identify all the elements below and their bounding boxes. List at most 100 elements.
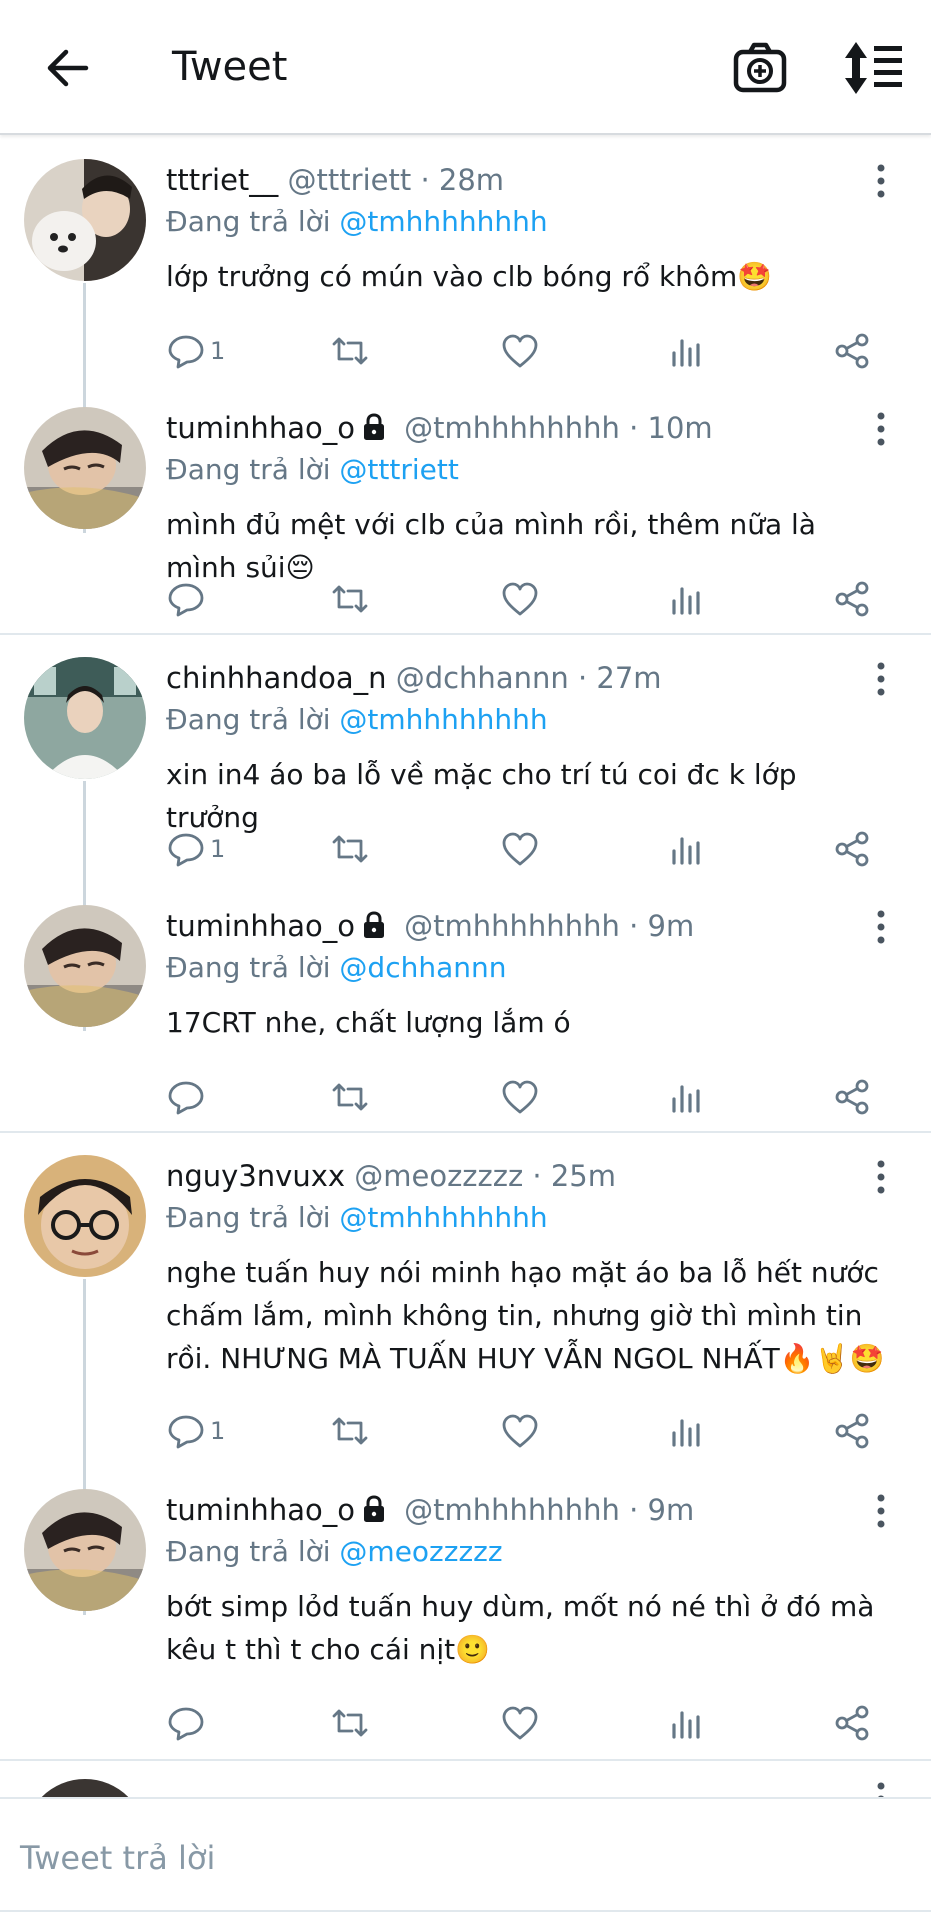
reply-mention-link[interactable]: @meozzzzz bbox=[339, 1535, 502, 1568]
like-button[interactable] bbox=[500, 577, 540, 621]
tweet[interactable]: nguy3nvuxx @meozzzzz · 25m Đang trả lời … bbox=[0, 1133, 931, 1467]
retweet-button[interactable] bbox=[330, 1075, 370, 1119]
share-button[interactable] bbox=[832, 1075, 872, 1119]
user-handle[interactable]: @tmhhhhhhhh bbox=[404, 411, 620, 445]
tweet[interactable]: chinhhandoa_n @dchhannn · 27m Đang trả l… bbox=[0, 635, 931, 883]
back-arrow-icon[interactable] bbox=[40, 40, 96, 96]
user-handle[interactable]: @meozzzzz bbox=[354, 1159, 523, 1193]
tweet[interactable]: tuminhhao_o @tmhhhhhhhh · 9m Đang trả lờ… bbox=[0, 1467, 931, 1759]
like-button[interactable] bbox=[500, 1701, 540, 1745]
retweet-button[interactable] bbox=[330, 329, 370, 373]
display-name[interactable]: tuminhhao_o bbox=[166, 411, 355, 445]
like-button[interactable] bbox=[500, 329, 540, 373]
reply-count: 1 bbox=[210, 337, 226, 365]
tweet[interactable]: tuminhhao_o @tmhhhhhhhh · 9m Đang trả lờ… bbox=[0, 883, 931, 1131]
like-button[interactable] bbox=[500, 827, 540, 871]
display-name[interactable]: tuminhhao_o bbox=[166, 909, 355, 943]
share-button[interactable] bbox=[832, 1701, 872, 1745]
retweet-icon bbox=[332, 585, 368, 613]
camera-plus-icon[interactable] bbox=[730, 38, 790, 98]
tweet[interactable]: tttriet__ @tttriett · 28m Đang trả lời @… bbox=[0, 137, 931, 385]
reply-button[interactable] bbox=[166, 1701, 210, 1745]
more-options-icon[interactable] bbox=[866, 661, 896, 697]
avatar[interactable] bbox=[24, 159, 146, 281]
user-handle[interactable]: @dchhannn bbox=[396, 661, 569, 695]
retweet-button[interactable] bbox=[330, 1701, 370, 1745]
reply-button[interactable]: 1 bbox=[166, 827, 225, 871]
retweet-button[interactable] bbox=[330, 1409, 370, 1453]
reply-button[interactable]: 1 bbox=[166, 1409, 225, 1453]
tweet-header: tuminhhao_o @tmhhhhhhhh · 10m bbox=[166, 411, 713, 445]
reply-mention-link[interactable]: @tttriett bbox=[339, 453, 458, 486]
reply-mention-link[interactable]: @dchhannn bbox=[339, 951, 506, 984]
tweet-header: tuminhhao_o @tmhhhhhhhh · 9m bbox=[166, 1493, 694, 1527]
more-options-icon[interactable] bbox=[866, 1159, 896, 1195]
user-handle[interactable]: @tmhhhhhhhh bbox=[404, 1493, 620, 1527]
display-name[interactable]: tuminhhao_o bbox=[166, 1493, 355, 1527]
user-handle[interactable]: @tmhhhhhhhh bbox=[404, 909, 620, 943]
analytics-button[interactable] bbox=[666, 577, 706, 621]
reply-composer-bar: Tweet trả lời bbox=[0, 1797, 931, 1920]
retweet-icon bbox=[332, 337, 368, 365]
reply-mention-link[interactable]: @tmhhhhhhhh bbox=[339, 703, 547, 736]
tweet[interactable]: tuminhhao_o @tmhhhhhhhh · 10m Đang trả l… bbox=[0, 385, 931, 633]
like-button[interactable] bbox=[500, 1075, 540, 1119]
user-handle[interactable]: @tttriett bbox=[288, 163, 412, 197]
more-options-icon[interactable] bbox=[866, 411, 896, 447]
more-options-icon[interactable] bbox=[866, 909, 896, 945]
reply-mention-link[interactable]: @tmhhhhhhhh bbox=[339, 205, 547, 238]
timestamp: 10m bbox=[647, 411, 713, 445]
display-name[interactable]: chinhhandoa_n bbox=[166, 661, 386, 695]
replying-to: Đang trả lời @tmhhhhhhhh bbox=[166, 1201, 548, 1234]
avatar[interactable] bbox=[24, 1489, 146, 1611]
replying-to: Đang trả lời @tttriett bbox=[166, 453, 459, 486]
reply-button[interactable]: 1 bbox=[166, 329, 225, 373]
timestamp: 25m bbox=[550, 1159, 617, 1193]
reply-button[interactable] bbox=[166, 577, 210, 621]
share-icon bbox=[835, 1705, 869, 1741]
reply-feed[interactable]: tttriet__ @tttriett · 28m Đang trả lời @… bbox=[0, 137, 931, 1797]
avatar[interactable] bbox=[24, 1779, 146, 1797]
share-button[interactable] bbox=[832, 577, 872, 621]
avatar[interactable] bbox=[24, 1155, 146, 1277]
reply-mention-link[interactable]: @tmhhhhhhhh bbox=[339, 1201, 547, 1234]
timestamp: 9m bbox=[647, 1493, 695, 1527]
display-name[interactable]: tttriet__ bbox=[166, 163, 278, 197]
top-app-bar: Tweet bbox=[0, 0, 931, 135]
analytics-button[interactable] bbox=[666, 1701, 706, 1745]
sort-icon[interactable] bbox=[840, 38, 906, 98]
timestamp: 28m bbox=[438, 163, 505, 197]
separator-dot: · bbox=[420, 163, 430, 197]
tweet-partial[interactable] bbox=[0, 1761, 931, 1797]
separator-dot: · bbox=[629, 909, 639, 943]
avatar[interactable] bbox=[24, 657, 146, 779]
share-button[interactable] bbox=[832, 827, 872, 871]
analytics-button[interactable] bbox=[666, 329, 706, 373]
avatar[interactable] bbox=[24, 905, 146, 1027]
reply-composer-input[interactable]: Tweet trả lời bbox=[20, 1839, 215, 1877]
retweet-button[interactable] bbox=[330, 827, 370, 871]
reply-button[interactable] bbox=[166, 1075, 210, 1119]
tweet-header: tttriet__ @tttriett · 28m bbox=[166, 163, 504, 197]
more-options-icon[interactable] bbox=[866, 1781, 896, 1797]
analytics-button[interactable] bbox=[666, 1409, 706, 1453]
page-title: Tweet bbox=[172, 44, 288, 90]
replying-to: Đang trả lời @dchhannn bbox=[166, 951, 506, 984]
analytics-button[interactable] bbox=[666, 827, 706, 871]
more-options-icon[interactable] bbox=[866, 163, 896, 199]
timestamp: 9m bbox=[647, 909, 695, 943]
share-button[interactable] bbox=[832, 329, 872, 373]
tweet-text: nghe tuấn huy nói minh hạo mặt áo ba lỗ … bbox=[166, 1256, 885, 1375]
more-options-icon[interactable] bbox=[866, 1493, 896, 1529]
avatar[interactable] bbox=[24, 407, 146, 529]
retweet-button[interactable] bbox=[330, 577, 370, 621]
analytics-button[interactable] bbox=[666, 1075, 706, 1119]
display-name[interactable]: nguy3nvuxx bbox=[166, 1159, 345, 1193]
reply-icon bbox=[168, 1415, 204, 1449]
share-button[interactable] bbox=[832, 1409, 872, 1453]
heart-icon bbox=[502, 334, 538, 368]
tweet-actions: 1 bbox=[166, 329, 886, 373]
reply-count: 1 bbox=[210, 835, 226, 863]
reply-prefix: Đang trả lời bbox=[166, 951, 331, 984]
like-button[interactable] bbox=[500, 1409, 540, 1453]
